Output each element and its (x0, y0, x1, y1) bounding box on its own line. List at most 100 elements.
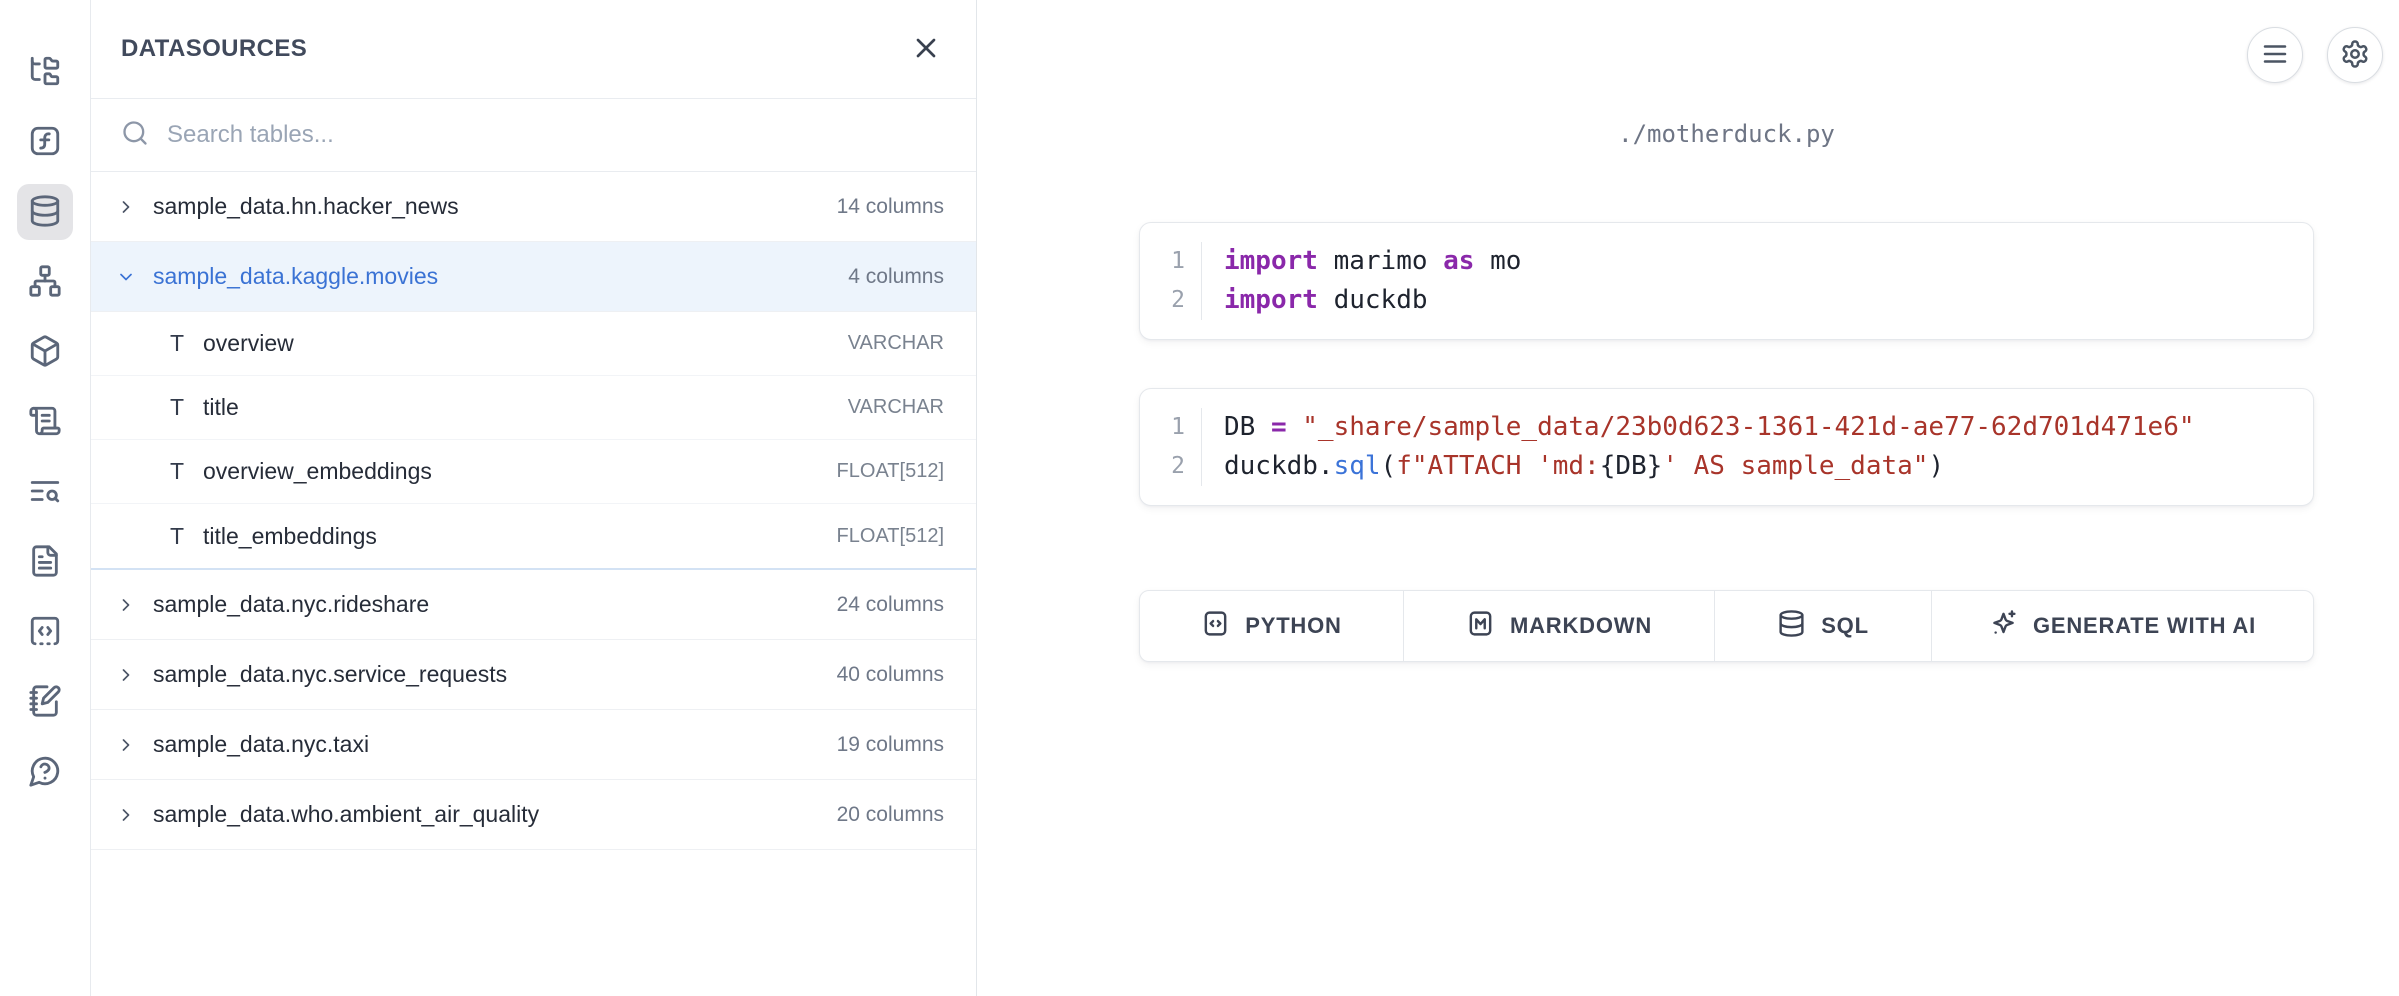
top-actions (2247, 27, 2383, 83)
notebook-filename[interactable]: ./motherduck.py (1139, 120, 2314, 148)
function-square-icon (28, 124, 62, 161)
table-name: sample_data.hn.hacker_news (153, 193, 459, 220)
table-row-ambient-air-quality[interactable]: sample_data.who.ambient_air_quality 20 c… (91, 780, 976, 850)
network-icon (28, 264, 62, 301)
panel-title: DATASOURCES (121, 35, 307, 63)
type-text-icon: T (165, 458, 189, 485)
table-row-hacker-news[interactable]: sample_data.hn.hacker_news 14 columns (91, 172, 976, 242)
table-columns-count: 4 columns (848, 265, 944, 289)
column-row-overview[interactable]: T overview VARCHAR (91, 312, 976, 376)
table-row-service-requests[interactable]: sample_data.nyc.service_requests 40 colu… (91, 640, 976, 710)
sparkles-icon (1989, 609, 2018, 644)
table-columns-count: 20 columns (837, 803, 944, 827)
sidebar-item-snippets[interactable] (17, 604, 73, 660)
sidebar-item-dependencies[interactable] (17, 254, 73, 310)
code-editor[interactable]: DB = "_share/sample_data/23b0d623-1361-4… (1202, 408, 2215, 486)
add-cell-bar: PYTHON MARKDOWN SQL GENERATE WITH AI (1139, 590, 2314, 662)
table-row-kaggle-movies[interactable]: sample_data.kaggle.movies 4 columns (91, 242, 976, 312)
file-text-icon (28, 544, 62, 581)
text-search-icon (28, 474, 62, 511)
sidebar-item-scratchpad[interactable] (17, 674, 73, 730)
sidebar-item-logs[interactable] (17, 394, 73, 450)
code-cell-attach-db[interactable]: 1 2 DB = "_share/sample_data/23b0d623-13… (1139, 388, 2314, 506)
search-tables-row (91, 99, 976, 172)
table-row-rideshare[interactable]: sample_data.nyc.rideshare 24 columns (91, 570, 976, 640)
sidebar-item-packages[interactable] (17, 324, 73, 380)
column-name: title_embeddings (203, 523, 377, 550)
column-row-title[interactable]: T title VARCHAR (91, 376, 976, 440)
line-number-gutter: 1 2 (1140, 242, 1202, 320)
datasources-panel-header: DATASOURCES (91, 0, 976, 99)
column-type: VARCHAR (848, 396, 944, 419)
chevron-right-icon (115, 735, 137, 755)
hamburger-menu-icon (2260, 39, 2290, 72)
table-columns-count: 40 columns (837, 663, 944, 687)
sidebar-item-variables[interactable] (17, 114, 73, 170)
column-type: VARCHAR (848, 332, 944, 355)
add-python-label: PYTHON (1245, 613, 1341, 639)
chevron-right-icon (115, 805, 137, 825)
column-row-title-embeddings[interactable]: T title_embeddings FLOAT[512] (91, 504, 976, 568)
column-type: FLOAT[512] (837, 460, 944, 483)
code-cell-imports[interactable]: 1 2 import marimo as mo import duckdb (1139, 222, 2314, 340)
notebook-content: ./motherduck.py 1 2 import marimo as mo … (1139, 120, 2314, 662)
type-text-icon: T (165, 523, 189, 550)
column-name: title (203, 394, 239, 421)
line-number: 1 (1171, 242, 1185, 281)
line-number: 2 (1171, 447, 1185, 486)
datasources-panel: DATASOURCES sample_data.hn.hacker_news 1… (91, 0, 977, 996)
close-icon (910, 32, 942, 67)
type-text-icon: T (165, 330, 189, 357)
code-line: duckdb.sql(f"ATTACH 'md:{DB}' AS sample_… (1224, 447, 2195, 486)
line-number: 1 (1171, 408, 1185, 447)
chevron-down-icon (115, 267, 137, 287)
add-markdown-label: MARKDOWN (1510, 613, 1652, 639)
column-name: overview_embeddings (203, 458, 432, 485)
sidebar-item-documentation[interactable] (17, 534, 73, 590)
close-panel-button[interactable] (910, 32, 942, 67)
settings-button[interactable] (2327, 27, 2383, 83)
database-icon (28, 194, 62, 231)
line-number: 2 (1171, 281, 1185, 320)
search-tables-input[interactable] (167, 121, 946, 149)
column-row-overview-embeddings[interactable]: T overview_embeddings FLOAT[512] (91, 440, 976, 504)
table-columns-count: 14 columns (837, 195, 944, 219)
notebook-main-area: ./motherduck.py 1 2 import marimo as mo … (977, 0, 2399, 996)
panel-icon-rail (0, 0, 91, 996)
notebook-menu-button[interactable] (2247, 27, 2303, 83)
table-row-taxi[interactable]: sample_data.nyc.taxi 19 columns (91, 710, 976, 780)
type-text-icon: T (165, 394, 189, 421)
chevron-right-icon (115, 197, 137, 217)
line-number-gutter: 1 2 (1140, 408, 1202, 486)
sidebar-item-datasources[interactable] (17, 184, 73, 240)
table-columns-group: T overview VARCHAR T title VARCHAR T ove… (91, 312, 976, 570)
search-icon (121, 119, 149, 152)
generate-with-ai-label: GENERATE WITH AI (2033, 613, 2256, 639)
generate-with-ai-button[interactable]: GENERATE WITH AI (1932, 591, 2313, 661)
sidebar-item-file-explorer[interactable] (17, 44, 73, 100)
folder-tree-icon (28, 54, 62, 91)
chevron-right-icon (115, 595, 137, 615)
add-python-cell-button[interactable]: PYTHON (1140, 591, 1404, 661)
gear-icon (2340, 39, 2370, 72)
add-markdown-cell-button[interactable]: MARKDOWN (1404, 591, 1715, 661)
square-code-icon (1201, 609, 1230, 644)
table-name: sample_data.who.ambient_air_quality (153, 801, 539, 828)
add-sql-cell-button[interactable]: SQL (1715, 591, 1932, 661)
code-line: import marimo as mo (1224, 242, 1521, 281)
chevron-right-icon (115, 665, 137, 685)
add-sql-label: SQL (1821, 613, 1869, 639)
notebook-pen-icon (28, 684, 62, 721)
square-dashed-code-icon (28, 614, 62, 651)
sidebar-item-chat[interactable] (17, 744, 73, 800)
table-name: sample_data.nyc.rideshare (153, 591, 429, 618)
square-m-icon (1466, 609, 1495, 644)
table-name: sample_data.nyc.taxi (153, 731, 369, 758)
table-name: sample_data.kaggle.movies (153, 263, 438, 290)
tables-list: sample_data.hn.hacker_news 14 columns sa… (91, 172, 976, 996)
code-editor[interactable]: import marimo as mo import duckdb (1202, 242, 1541, 320)
database-icon (1777, 609, 1806, 644)
sidebar-item-tracing[interactable] (17, 464, 73, 520)
column-name: overview (203, 330, 294, 357)
column-type: FLOAT[512] (837, 525, 944, 548)
